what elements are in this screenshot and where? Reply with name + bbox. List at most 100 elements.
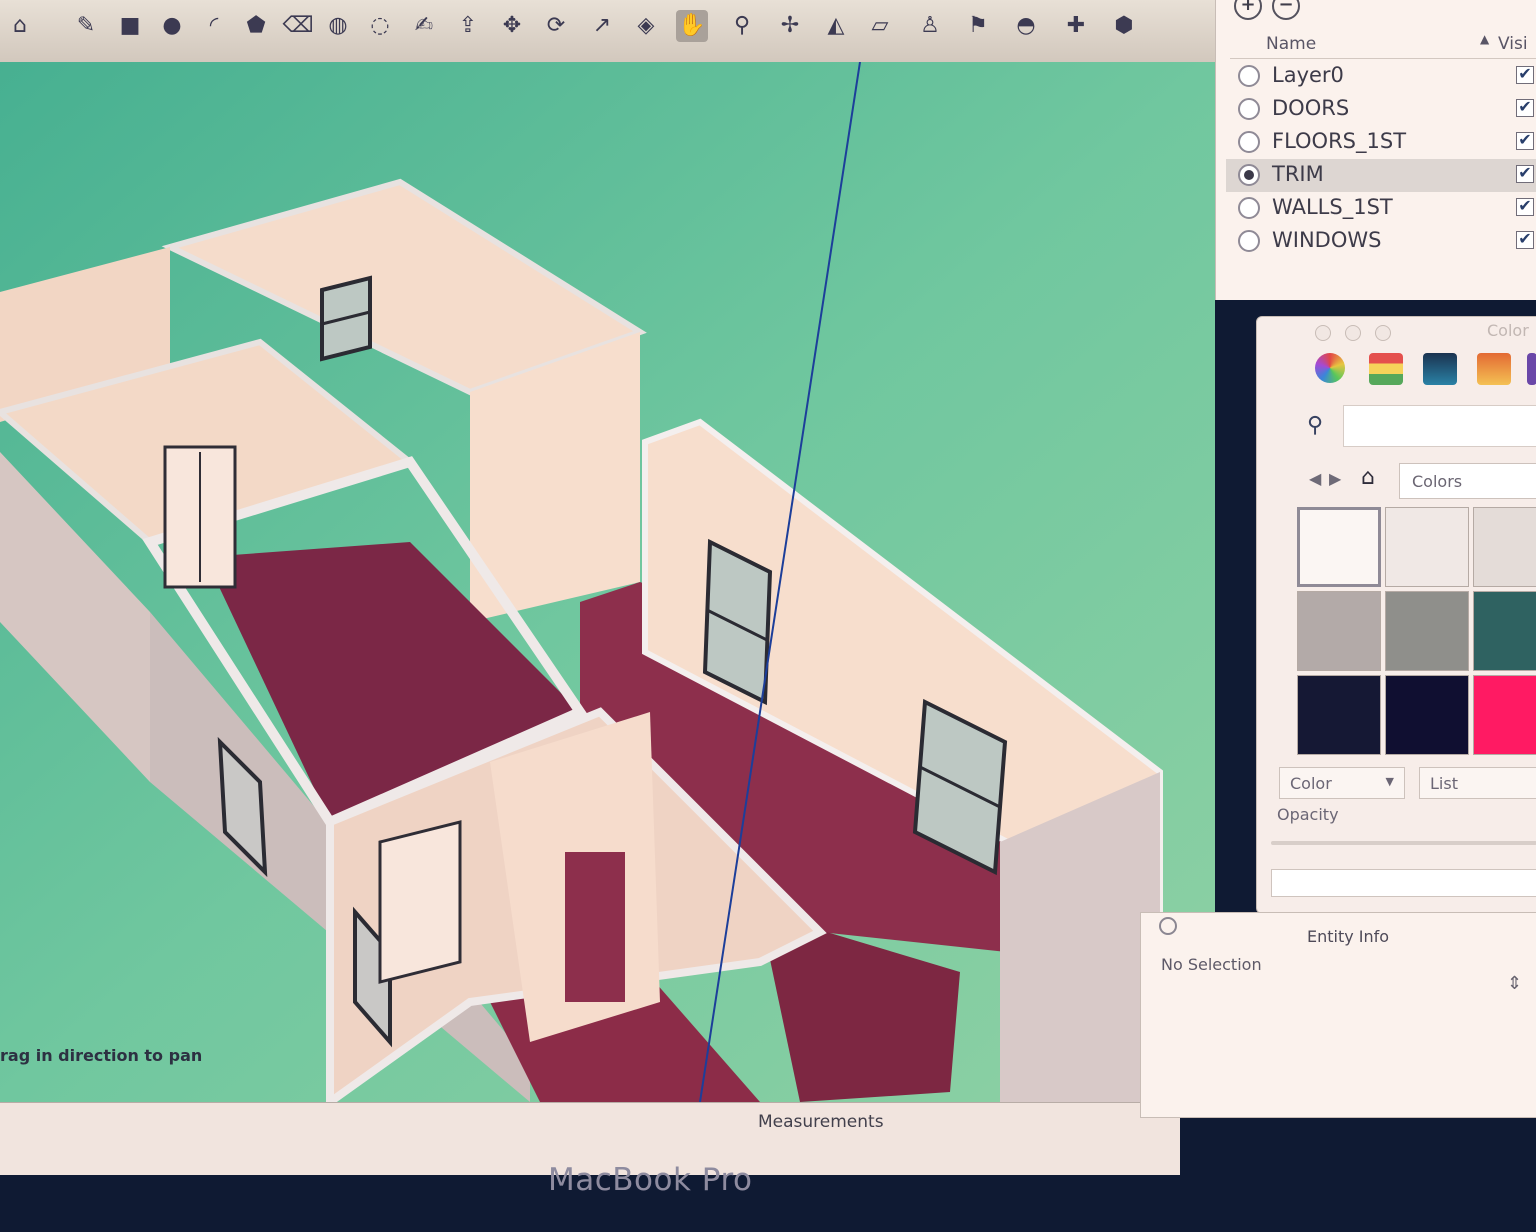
name-column-header[interactable]: Name xyxy=(1266,34,1316,54)
visible-checkbox[interactable]: ✔ xyxy=(1516,231,1534,249)
rotate-icon[interactable]: ⟳ xyxy=(540,10,572,42)
layer-name: WINDOWS xyxy=(1272,228,1382,252)
active-layer-radio[interactable] xyxy=(1238,98,1260,120)
layer-name: WALLS_1ST xyxy=(1272,195,1393,219)
entity-info-status: No Selection xyxy=(1161,955,1262,974)
opacity-label: Opacity xyxy=(1277,805,1339,824)
color-mode-select[interactable]: Color ▼ xyxy=(1279,767,1405,799)
window-3 xyxy=(320,275,372,362)
layer-row[interactable]: TRIM ✔ xyxy=(1226,159,1536,192)
remove-layer-button[interactable]: − xyxy=(1272,0,1300,20)
section-plane-icon[interactable]: ▱ xyxy=(864,10,896,42)
active-layer-radio[interactable] xyxy=(1238,65,1260,87)
close-icon[interactable] xyxy=(1159,917,1177,935)
bezel-logo: MacBook Pro xyxy=(548,1162,753,1198)
protractor-icon[interactable]: ◭ xyxy=(820,10,852,42)
layer-row[interactable]: FLOORS_1ST ✔ xyxy=(1226,126,1536,159)
color-swatch[interactable] xyxy=(1473,675,1536,755)
door-1 xyxy=(163,445,237,589)
forward-arrow-icon[interactable]: ▶ xyxy=(1329,469,1341,488)
warehouse-icon[interactable]: ⬢ xyxy=(1108,10,1140,42)
collection-dropdown[interactable]: Colors xyxy=(1399,463,1536,499)
sandbox-icon[interactable]: ◓ xyxy=(1010,10,1042,42)
window-1 xyxy=(702,538,773,706)
home-icon[interactable]: ⌂ xyxy=(1361,465,1375,490)
color-search-input[interactable] xyxy=(1343,405,1536,447)
layers-panel: + − Name ▲ Visi Layer0 ✔ DOORS ✔ FLOORS_1ST ✔… xyxy=(1215,0,1536,300)
visible-checkbox[interactable]: ✔ xyxy=(1516,165,1534,183)
entity-info-title: Entity Info xyxy=(1307,927,1390,946)
layer-row[interactable]: WALLS_1ST ✔ xyxy=(1226,192,1536,225)
zoom-icon[interactable]: ⚲ xyxy=(726,10,758,42)
orbit-icon[interactable]: ◈ xyxy=(630,10,662,42)
component-icon[interactable]: ✚ xyxy=(1060,10,1092,42)
active-layer-radio[interactable] xyxy=(1238,197,1260,219)
visible-column-header[interactable]: Visi xyxy=(1498,34,1528,54)
color-swatch[interactable] xyxy=(1473,591,1536,671)
color-swatch[interactable] xyxy=(1473,507,1536,587)
visible-checkbox[interactable]: ✔ xyxy=(1516,99,1534,117)
color-swatch[interactable] xyxy=(1385,675,1469,755)
measurements-label[interactable]: Measurements xyxy=(758,1112,884,1132)
active-layer-radio[interactable] xyxy=(1238,164,1260,186)
door-2 xyxy=(378,820,462,984)
layer-row[interactable]: DOORS ✔ xyxy=(1226,93,1536,126)
status-hint: rag in direction to pan xyxy=(0,1046,203,1065)
pencil-icon[interactable]: ✎ xyxy=(70,10,102,42)
color-swatch[interactable] xyxy=(1297,675,1381,755)
color-swatch[interactable] xyxy=(1297,507,1381,587)
minimize-icon[interactable] xyxy=(1345,325,1361,341)
opacity-slider[interactable] xyxy=(1271,841,1536,845)
paint-bucket-icon[interactable]: ◍ xyxy=(322,10,354,42)
chevron-down-icon: ▼ xyxy=(1385,775,1394,788)
visible-checkbox[interactable]: ✔ xyxy=(1516,132,1534,150)
layers-header: Name ▲ Visi xyxy=(1230,30,1536,59)
add-layer-button[interactable]: + xyxy=(1234,0,1262,20)
visible-checkbox[interactable]: ✔ xyxy=(1516,66,1534,84)
active-layer-radio[interactable] xyxy=(1238,131,1260,153)
text-icon[interactable]: ✍ xyxy=(408,10,440,42)
pan-hand-icon[interactable]: ✋ xyxy=(676,10,708,42)
search-icon: ⚲ xyxy=(1307,413,1324,438)
move-icon[interactable]: ✥ xyxy=(496,10,528,42)
walk-icon[interactable]: ♙ xyxy=(914,10,946,42)
colors-panel: Color ⚲ ◀ ▶ ⌂ Colors Color ▼ List Opacit… xyxy=(1256,316,1536,914)
color-sliders-icon[interactable] xyxy=(1369,353,1403,385)
close-icon[interactable] xyxy=(1315,325,1331,341)
arc-icon[interactable]: ◜ xyxy=(198,10,230,42)
expand-icon[interactable]: ⇕ xyxy=(1507,973,1522,994)
layer-name: FLOORS_1ST xyxy=(1272,129,1407,153)
polygon-icon[interactable]: ⬟ xyxy=(240,10,272,42)
visible-checkbox[interactable]: ✔ xyxy=(1516,198,1534,216)
doorway xyxy=(565,852,625,1002)
main-toolbar: ⌂ ✎ ■ ● ◜ ⬟ ⌫ ◍ ◌ ✍ ⇪ ✥ ⟳ ↗ ◈ ✋ ⚲ ✢ ◭ ▱ ♙ ⚑ ◓ ✚ ⬢ xyxy=(0,0,1215,63)
view-mode-select[interactable]: List xyxy=(1419,767,1536,799)
color-swatch[interactable] xyxy=(1385,507,1469,587)
back-arrow-icon[interactable]: ◀ xyxy=(1309,469,1321,488)
crayons-icon[interactable] xyxy=(1527,353,1536,385)
image-palettes-icon[interactable] xyxy=(1477,353,1511,385)
opacity-field[interactable] xyxy=(1271,869,1536,897)
push-pull-icon[interactable]: ⇪ xyxy=(452,10,484,42)
position-camera-icon[interactable]: ⚑ xyxy=(962,10,994,42)
entity-info-panel: Entity Info No Selection ⇕ xyxy=(1140,912,1536,1118)
color-palettes-icon[interactable] xyxy=(1423,353,1457,385)
color-swatch[interactable] xyxy=(1297,591,1381,671)
follow-me-icon[interactable]: ↗ xyxy=(586,10,618,42)
home-icon[interactable]: ⌂ xyxy=(4,10,36,42)
active-layer-radio[interactable] xyxy=(1238,230,1260,252)
zoom-extents-icon[interactable]: ✢ xyxy=(774,10,806,42)
layer-row[interactable]: Layer0 ✔ xyxy=(1226,60,1536,93)
rectangle-icon[interactable]: ■ xyxy=(114,10,146,42)
color-swatch[interactable] xyxy=(1385,591,1469,671)
layer-name: TRIM xyxy=(1272,162,1324,186)
layer-row[interactable]: WINDOWS ✔ xyxy=(1226,225,1536,258)
circle-icon[interactable]: ● xyxy=(156,10,188,42)
panel-title: Color xyxy=(1487,321,1529,340)
model-viewport[interactable] xyxy=(0,62,1215,1102)
color-wheel-icon[interactable] xyxy=(1315,353,1345,383)
zoom-icon[interactable] xyxy=(1375,325,1391,341)
tape-measure-icon[interactable]: ◌ xyxy=(364,10,396,42)
eraser-icon[interactable]: ⌫ xyxy=(282,10,314,42)
color-mode-label: Color xyxy=(1290,774,1332,793)
